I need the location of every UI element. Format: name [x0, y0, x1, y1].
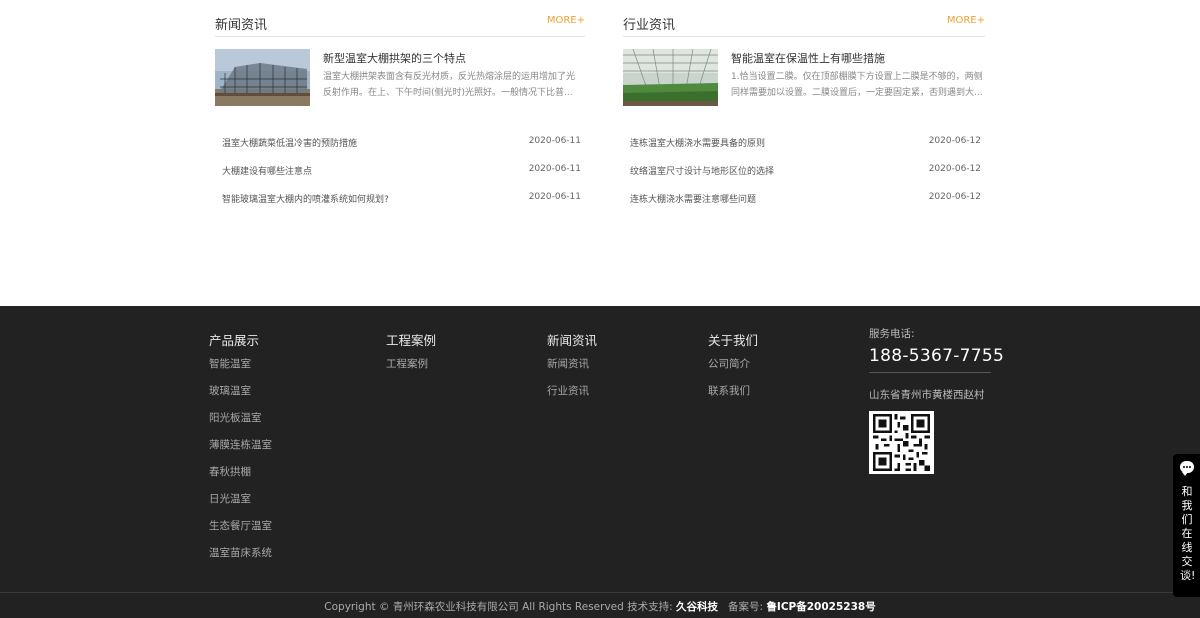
news-section: 新闻资讯 MORE+ 新型温室大棚拱架的三个特点 温室大棚拱架表面含有反光材质，…	[0, 0, 1200, 306]
phone-label: 服务电话:	[869, 328, 915, 340]
list-item-title[interactable]: 连栋温室大棚浇水需要具备的原则	[630, 136, 765, 149]
list-item[interactable]: 智能玻璃温室大棚内的喷灌系统如何规划? 2020-06-11	[222, 183, 581, 211]
footer-link[interactable]: 春秋拱棚	[209, 465, 272, 492]
list-item-date: 2020-06-12	[928, 192, 981, 202]
footer-link[interactable]: 薄膜连栋温室	[209, 438, 272, 465]
footer-link[interactable]: 工程案例	[386, 357, 436, 384]
news-feature-image[interactable]	[215, 49, 310, 106]
copyright-text: Copyright © 青州环森农业科技有限公司 All Rights Rese…	[324, 601, 673, 613]
news-list: 温室大棚蔬菜低温冷害的预防措施 2020-06-11 大棚建设有哪些注意点 20…	[222, 127, 581, 211]
list-item[interactable]: 温室大棚蔬菜低温冷害的预防措施 2020-06-11	[222, 127, 581, 155]
footer-column-title: 产品展示	[209, 333, 260, 348]
footer-link[interactable]: 行业资讯	[547, 384, 597, 411]
list-item-title[interactable]: 温室大棚蔬菜低温冷害的预防措施	[222, 136, 357, 149]
industry-list: 连栋温室大棚浇水需要具备的原则 2020-06-12 纹络温室尺寸设计与地形区位…	[630, 127, 981, 211]
list-item-date: 2020-06-11	[528, 164, 581, 174]
footer-link[interactable]: 新闻资讯	[547, 357, 597, 384]
list-item-date: 2020-06-11	[528, 192, 581, 202]
list-item-date: 2020-06-12	[928, 164, 981, 174]
online-chat-button[interactable]: 和我们在线交谈!	[1173, 454, 1200, 597]
footer-column-products: 产品展示 智能温室 玻璃温室 阳光板温室 薄膜连栋温室 春秋拱棚 日光温室 生态…	[209, 330, 272, 573]
footer-link[interactable]: 日光温室	[209, 492, 272, 519]
icp-label: 备案号:	[728, 601, 764, 613]
industry-feature-title[interactable]: 智能温室在保温性上有哪些措施	[731, 50, 885, 66]
industry-title: 行业资讯	[623, 18, 676, 33]
footer-column-cases: 工程案例 工程案例	[386, 330, 436, 384]
chat-label: 和我们在线交谈!	[1180, 485, 1196, 582]
news-column: 新闻资讯 MORE+ 新型温室大棚拱架的三个特点 温室大棚拱架表面含有反光材质，…	[215, 0, 585, 205]
qr-code-image	[869, 411, 934, 474]
footer-column-title: 关于我们	[708, 333, 759, 348]
news-title: 新闻资讯	[215, 18, 268, 33]
footer-column-title: 新闻资讯	[547, 333, 598, 348]
footer-link[interactable]: 智能温室	[209, 357, 272, 384]
support-link[interactable]: 久谷科技	[676, 601, 718, 613]
footer-link[interactable]: 玻璃温室	[209, 384, 272, 411]
list-item-title[interactable]: 智能玻璃温室大棚内的喷灌系统如何规划?	[222, 192, 389, 205]
list-item[interactable]: 连栋大棚浇水需要注意哪些问题 2020-06-12	[630, 183, 981, 211]
footer-link[interactable]: 联系我们	[708, 384, 758, 411]
list-item-title[interactable]: 纹络温室尺寸设计与地形区位的选择	[630, 164, 774, 177]
news-header: 新闻资讯 MORE+	[215, 0, 585, 37]
icp-link[interactable]: 鲁ICP备20025238号	[766, 601, 875, 613]
news-feature-title[interactable]: 新型温室大棚拱架的三个特点	[323, 50, 466, 66]
footer-link[interactable]: 生态餐厅温室	[209, 519, 272, 546]
industry-feature-image[interactable]	[623, 49, 718, 106]
footer-column-title: 工程案例	[386, 333, 437, 348]
footer-link[interactable]: 阳光板温室	[209, 411, 272, 438]
list-item[interactable]: 连栋温室大棚浇水需要具备的原则 2020-06-12	[630, 127, 981, 155]
list-item-title[interactable]: 大棚建设有哪些注意点	[222, 164, 312, 177]
footer-link[interactable]: 温室苗床系统	[209, 546, 272, 573]
footer-column-about: 关于我们 公司简介 联系我们	[708, 330, 758, 411]
news-feature-desc: 温室大棚拱架表面含有反光材质，反光热熔涂层的运用增加了光反射作用。在上、下午时间…	[323, 72, 576, 98]
news-feature[interactable]: 新型温室大棚拱架的三个特点 温室大棚拱架表面含有反光材质，反光热熔涂层的运用增加…	[215, 49, 585, 119]
phone-number: 188-5367-7755	[869, 346, 1004, 373]
list-item-date: 2020-06-12	[928, 136, 981, 146]
address: 山东省青州市黄楼西赵村	[869, 389, 985, 401]
footer-column-news: 新闻资讯 新闻资讯 行业资讯	[547, 330, 597, 411]
list-item[interactable]: 大棚建设有哪些注意点 2020-06-11	[222, 155, 581, 183]
footer-divider	[0, 592, 1200, 593]
industry-column: 行业资讯 MORE+ 智能温室在保温性上有哪些措施 1.恰当设置二膜。仅在顶部棚…	[623, 0, 985, 205]
footer-link[interactable]: 公司简介	[708, 357, 758, 384]
footer-contact: 服务电话: 188-5367-7755 山东省青州市黄楼西赵村	[869, 326, 1004, 402]
news-more-link[interactable]: MORE+	[547, 15, 585, 26]
industry-feature-desc: 1.恰当设置二膜。仅在顶部棚膜下方设置上二膜是不够的，两侧同样需要加以设置。二膜…	[731, 72, 983, 98]
industry-more-link[interactable]: MORE+	[947, 15, 985, 26]
footer: 产品展示 智能温室 玻璃温室 阳光板温室 薄膜连栋温室 春秋拱棚 日光温室 生态…	[0, 306, 1200, 618]
chat-bubble-icon	[1180, 461, 1194, 476]
industry-feature[interactable]: 智能温室在保温性上有哪些措施 1.恰当设置二膜。仅在顶部棚膜下方设置上二膜是不够…	[623, 49, 985, 119]
list-item[interactable]: 纹络温室尺寸设计与地形区位的选择 2020-06-12	[630, 155, 981, 183]
list-item-title[interactable]: 连栋大棚浇水需要注意哪些问题	[630, 192, 756, 205]
list-item-date: 2020-06-11	[528, 136, 581, 146]
industry-header: 行业资讯 MORE+	[623, 0, 985, 37]
copyright: Copyright © 青州环森农业科技有限公司 All Rights Rese…	[0, 599, 1200, 614]
